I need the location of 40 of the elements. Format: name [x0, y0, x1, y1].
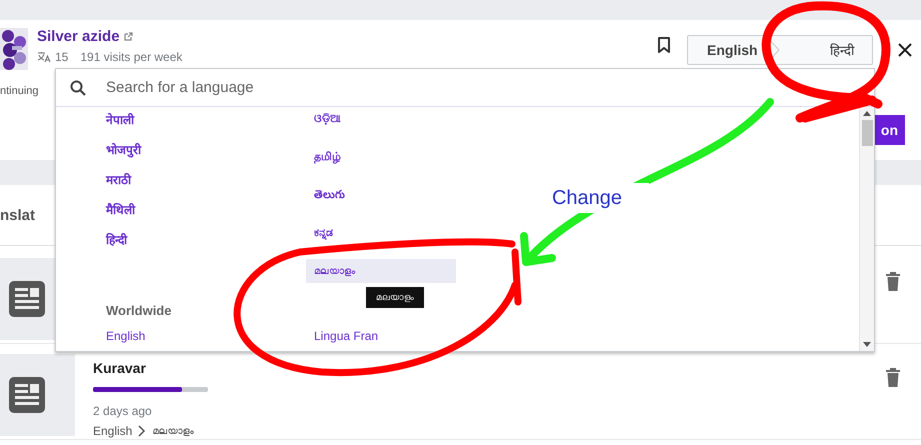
translation-title[interactable]: Kuravar [93, 360, 146, 376]
target-language[interactable]: हिन्दी [830, 41, 872, 59]
target-language: മലയാളം [152, 426, 194, 436]
scrollbar[interactable] [859, 107, 874, 351]
source-language[interactable]: English [688, 42, 764, 58]
language-option[interactable]: मैथिली [106, 199, 314, 219]
language-count: 15 [55, 50, 68, 64]
search-field[interactable]: Search for a language [104, 78, 874, 97]
trash-icon[interactable] [885, 272, 901, 292]
bookmark-icon[interactable] [657, 36, 671, 54]
language-option[interactable]: नेपाली [106, 109, 314, 129]
external-link-icon [124, 32, 133, 41]
language-option[interactable]: മലയാളം [306, 259, 456, 283]
language-option[interactable]: ಕನ್ನಡ [314, 221, 333, 245]
translate-icon [37, 51, 51, 63]
trash-icon[interactable] [885, 368, 901, 388]
language-option[interactable]: தமிழ் [314, 145, 341, 169]
language-option[interactable]: हिन्दी [106, 229, 314, 249]
close-icon[interactable] [897, 42, 913, 58]
tooltip: മലയാളം [366, 287, 424, 308]
scroll-down-icon [863, 342, 871, 347]
language-option[interactable]: ଓଡ଼ିଆ [314, 107, 341, 131]
language-option[interactable]: Lingua Fran [314, 327, 514, 345]
search-icon [70, 80, 86, 96]
scrollbar-thumb[interactable] [862, 120, 872, 146]
visit-count: 191 visits per week [80, 50, 182, 64]
source-language: English [93, 424, 132, 438]
section-heading: Worldwide [106, 303, 172, 320]
language-option[interactable]: मराठी [106, 169, 314, 189]
language-selector[interactable]: English हिन्दी [687, 35, 873, 65]
article-icon [8, 280, 46, 318]
chevron-icon [138, 425, 146, 437]
language-option[interactable]: English [106, 327, 314, 345]
continuing-text: ntinuing [0, 85, 39, 97]
article-icon [8, 376, 46, 414]
language-option[interactable]: भोजपुरी [106, 139, 314, 159]
article-title[interactable]: Silver azide [37, 28, 120, 45]
section-title: nslat [0, 206, 36, 224]
timestamp: 2 days ago [93, 404, 152, 418]
language-option[interactable]: తెలుగు [314, 183, 345, 207]
